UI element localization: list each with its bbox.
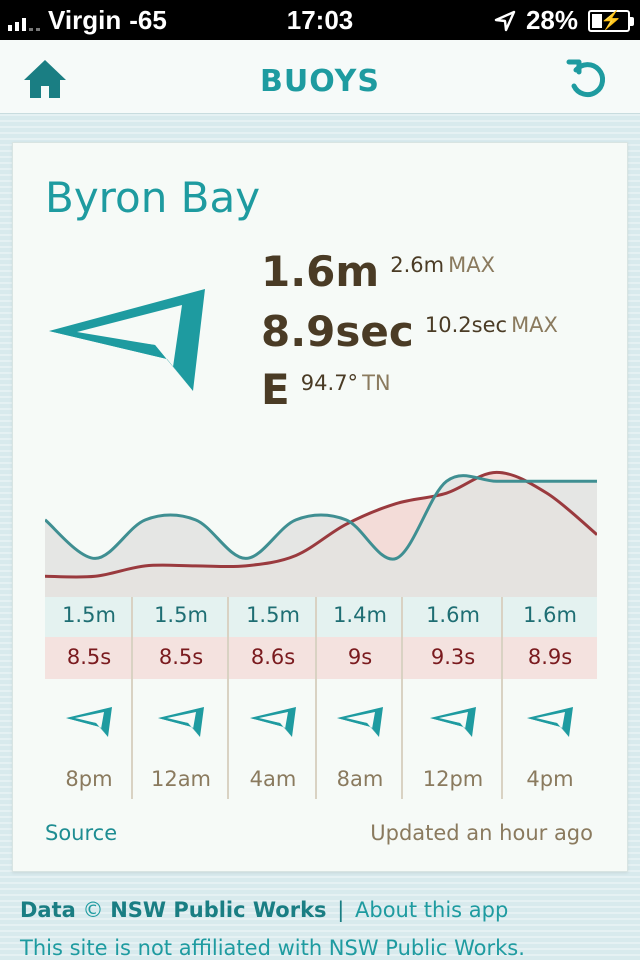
wave-height: 1.6m — [261, 247, 380, 296]
status-bar: Virgin -65 17:03 28% ⚡ — [0, 0, 640, 40]
max-label: MAX — [448, 253, 495, 277]
forecast-period: 8.6s — [250, 645, 296, 669]
forecast-time: 12pm — [422, 767, 484, 791]
copyright-symbol: © — [82, 898, 104, 922]
forecast-direction-arrow-icon — [66, 707, 112, 737]
forecast-height: 1.6m — [426, 603, 480, 627]
direction-row: E 94.7° TN — [261, 365, 391, 414]
height-area — [45, 475, 597, 597]
footer-separator: | — [337, 898, 345, 922]
wave-height-max: 2.6m — [390, 253, 445, 277]
about-link[interactable]: About this app — [355, 898, 508, 922]
forecast-direction-arrow-icon — [527, 707, 573, 737]
forecast-time: 4pm — [526, 767, 574, 791]
forecast-time: 8am — [336, 767, 384, 791]
forecast-column: 1.5m 8.5s 12am — [133, 597, 229, 799]
forecast-direction-arrow-icon — [250, 707, 296, 737]
wave-period: 8.9sec — [261, 307, 414, 356]
forecast-time: 12am — [150, 767, 212, 791]
forecast-period: 8.5s — [66, 645, 112, 669]
forecast-direction-arrow-icon — [430, 707, 476, 737]
source-link[interactable]: Source — [45, 821, 117, 845]
forecast-period: 9.3s — [430, 645, 476, 669]
footer-credits: Data © NSW Public Works | About this app — [20, 898, 508, 922]
data-label: Data — [20, 898, 76, 922]
forecast-period: 8.5s — [158, 645, 204, 669]
forecast-time: 4am — [249, 767, 297, 791]
status-right: 28% ⚡ — [494, 5, 634, 36]
wave-height-row: 1.6m 2.6m MAX — [261, 247, 495, 296]
wave-direction: E — [261, 365, 290, 414]
forecast-height: 1.4m — [333, 603, 387, 627]
max-label: MAX — [511, 313, 558, 337]
nsw-public-works-link[interactable]: NSW Public Works — [110, 898, 326, 922]
direction-reference: TN — [362, 371, 391, 395]
forecast-column: 1.5m 8.5s 8pm — [45, 597, 133, 799]
forecast-column: 1.6m 8.9s 4pm — [503, 597, 597, 799]
period-row: 8.9sec 10.2sec MAX — [261, 307, 558, 356]
wave-direction-arrow-icon — [49, 289, 205, 391]
forecast-period: 9s — [347, 645, 373, 669]
forecast-height: 1.5m — [62, 603, 116, 627]
battery-percent: 28% — [525, 5, 578, 35]
forecast-table: 1.5m 8.5s 8pm 1.5m 8.5s 12am 1.5m 8.6s 4am 1.4m 9s… — [45, 597, 597, 799]
location-arrow-icon — [494, 10, 516, 31]
forecast-column: 1.4m 9s 8am — [317, 597, 403, 799]
forecast-time: 8pm — [65, 767, 113, 791]
updated-text: Updated an hour ago — [370, 821, 593, 845]
forecast-height: 1.6m — [523, 603, 577, 627]
page-title: BUOYS — [260, 64, 380, 99]
buoy-card: Byron Bay 1.6m 2.6m MAX 8.9sec 10.2sec MAX… — [12, 142, 628, 872]
direction-degrees: 94.7° — [300, 371, 359, 395]
forecast-height: 1.5m — [246, 603, 300, 627]
wave-chart — [45, 470, 597, 597]
forecast-column: 1.5m 8.6s 4am — [229, 597, 317, 799]
forecast-period: 8.9s — [527, 645, 573, 669]
buoy-location: Byron Bay — [45, 173, 261, 222]
disclaimer: This site is not affiliated with NSW Pub… — [20, 936, 525, 960]
navigation-bar: BUOYS — [0, 40, 640, 114]
forecast-direction-arrow-icon — [158, 707, 204, 737]
charging-bolt-icon: ⚡ — [600, 9, 623, 30]
wave-period-max: 10.2sec — [424, 313, 508, 337]
battery-icon: ⚡ — [588, 9, 634, 32]
forecast-direction-arrow-icon — [337, 707, 383, 737]
forecast-height: 1.5m — [154, 603, 208, 627]
refresh-icon[interactable] — [566, 58, 610, 102]
forecast-column: 1.6m 9.3s 12pm — [403, 597, 503, 799]
